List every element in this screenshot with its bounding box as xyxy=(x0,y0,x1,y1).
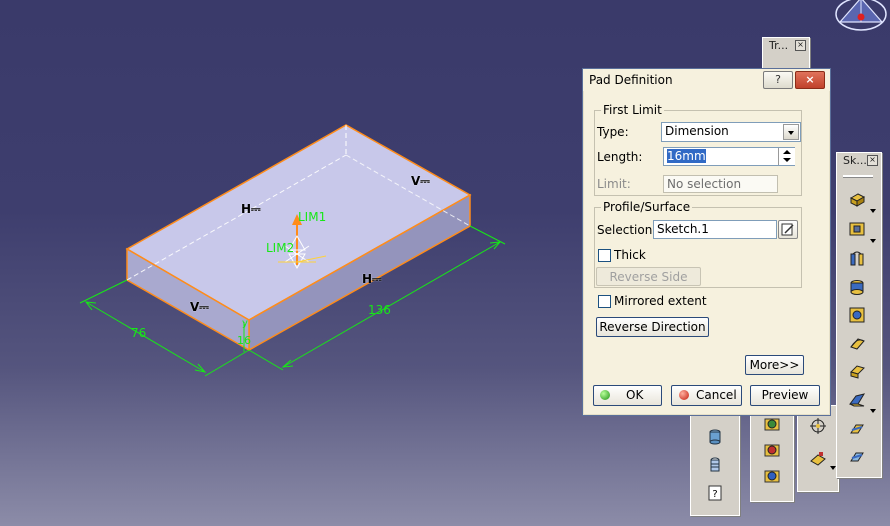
hole-feature-icon[interactable] xyxy=(845,303,869,327)
reference-toolbar[interactable] xyxy=(797,405,839,492)
compass-icon[interactable] xyxy=(835,0,887,31)
sketcher-icon xyxy=(781,223,794,236)
dimension-76-label: 76 xyxy=(131,326,147,340)
pad-solid[interactable] xyxy=(125,124,472,352)
limit-label: Limit: xyxy=(597,177,631,191)
thickness-icon[interactable] xyxy=(760,464,784,488)
help-icon[interactable]: ? xyxy=(703,481,727,505)
first-limit-legend: First Limit xyxy=(603,103,662,117)
toolbar-title[interactable]: Sk... × xyxy=(837,153,881,169)
mirrored-extent-checkbox[interactable] xyxy=(598,295,611,308)
pad-icon[interactable] xyxy=(845,187,869,211)
thick-label: Thick xyxy=(614,248,646,262)
dialog-title: Pad Definition xyxy=(589,73,673,87)
ok-icon xyxy=(600,390,610,400)
toolbar-title[interactable]: Tr... × xyxy=(763,38,809,54)
selection-field[interactable]: Sketch.1 xyxy=(653,220,777,239)
limit-field: No selection xyxy=(663,175,778,193)
dialog-titlebar[interactable]: Pad Definition ? × xyxy=(583,69,830,91)
vertical-constraint-icon: V⎓ xyxy=(190,300,209,314)
slot-icon[interactable] xyxy=(845,359,869,383)
length-value[interactable]: 16mm xyxy=(667,149,706,163)
thick-checkbox[interactable] xyxy=(598,249,611,262)
svg-text:?: ? xyxy=(712,489,717,500)
axis-y-label: y xyxy=(242,318,248,329)
profile-surface-legend: Profile/Surface xyxy=(603,200,691,214)
more-button[interactable]: More>> xyxy=(745,355,804,375)
hole-icon[interactable] xyxy=(703,453,727,477)
cylinder-icon[interactable] xyxy=(703,425,727,449)
close-icon[interactable]: × xyxy=(795,40,806,51)
reverse-side-button: Reverse Side xyxy=(596,267,701,286)
type-label: Type: xyxy=(597,125,629,139)
length-spinner[interactable] xyxy=(778,148,795,165)
shell-icon[interactable] xyxy=(760,438,784,462)
rib-icon[interactable] xyxy=(845,331,869,355)
chevron-down-icon[interactable] xyxy=(783,124,799,140)
dress-up-toolbar[interactable] xyxy=(750,405,794,502)
dimension-16-label: 16 xyxy=(237,334,251,347)
transformation-toolbar[interactable]: Tr... × xyxy=(762,37,810,69)
mirrored-extent-label: Mirrored extent xyxy=(614,294,707,308)
selection-label: Selection: xyxy=(597,223,657,237)
horizontal-constraint-icon: H⎓ xyxy=(241,202,261,216)
pocket-icon[interactable] xyxy=(845,217,869,241)
stiffener-icon[interactable] xyxy=(845,387,869,411)
type-select[interactable]: Dimension xyxy=(661,122,801,142)
horizontal-constraint-icon: H⎓ xyxy=(362,272,382,286)
plane-icon[interactable] xyxy=(806,446,830,470)
pad-definition-dialog: Pad Definition ? × First Limit Type: Dim… xyxy=(582,68,831,416)
remove-loft-icon[interactable] xyxy=(845,445,869,469)
tools-toolbar[interactable]: ? xyxy=(690,412,740,516)
sketcher-button[interactable] xyxy=(778,220,798,239)
preview-button[interactable]: Preview xyxy=(750,385,820,406)
target-icon[interactable] xyxy=(806,414,830,438)
limit-2-label: LIM2 xyxy=(266,241,295,255)
sketch-based-features-toolbar[interactable]: Sk... × xyxy=(836,152,882,478)
help-button[interactable]: ? xyxy=(763,71,793,89)
shaft-icon[interactable] xyxy=(845,247,869,271)
dimension-136-label: 136 xyxy=(368,303,391,317)
cancel-icon xyxy=(679,390,689,400)
groove-icon[interactable] xyxy=(845,275,869,299)
close-icon[interactable]: × xyxy=(867,155,878,166)
cancel-button[interactable]: Cancel xyxy=(671,385,742,406)
limit-1-label: LIM1 xyxy=(298,210,327,224)
vertical-constraint-icon: V⎓ xyxy=(411,174,430,188)
ok-button[interactable]: OK xyxy=(593,385,662,406)
reverse-direction-button[interactable]: Reverse Direction xyxy=(596,317,709,337)
length-label: Length: xyxy=(597,150,643,164)
loft-icon[interactable] xyxy=(845,417,869,441)
length-field[interactable]: 16mm xyxy=(663,147,795,166)
close-button[interactable]: × xyxy=(795,71,825,89)
